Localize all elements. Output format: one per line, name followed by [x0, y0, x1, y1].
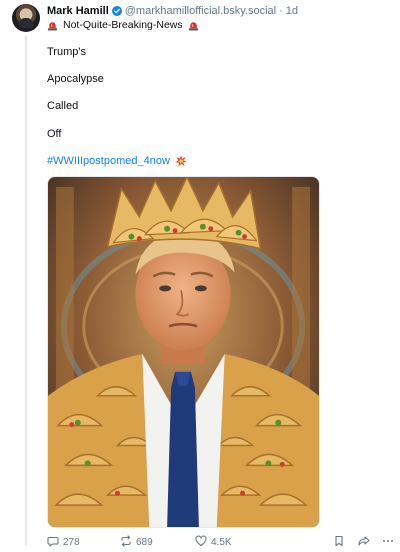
- like-count: 4.5K: [211, 536, 232, 548]
- repost-button[interactable]: 689: [120, 534, 153, 550]
- post-text-line: Apocalypse: [47, 73, 104, 85]
- post[interactable]: Mark Hamill @markhamillofficial.bsky.soc…: [0, 0, 400, 552]
- post-text-line: Trump's: [47, 46, 86, 58]
- siren-icon: [188, 20, 199, 31]
- siren-icon: [47, 20, 58, 31]
- hashtag-link[interactable]: #WWIIIpostpomed_4now: [47, 155, 170, 167]
- post-header: Mark Hamill @markhamillofficial.bsky.soc…: [47, 4, 298, 18]
- post-actions: 278 689 4.5K: [47, 534, 397, 550]
- post-age[interactable]: 1d: [286, 5, 298, 17]
- share-icon: [358, 535, 370, 550]
- collision-icon: [175, 155, 187, 167]
- bookmark-button[interactable]: [333, 534, 345, 550]
- reply-button[interactable]: 278: [47, 534, 80, 550]
- post-text-line: Off: [47, 128, 62, 140]
- reply-icon: [47, 535, 59, 550]
- heart-icon: [195, 534, 207, 550]
- separator-dot: ·: [279, 5, 283, 17]
- verified-check-icon: [111, 6, 122, 16]
- post-image[interactable]: [47, 176, 320, 528]
- thread-line: [25, 36, 27, 546]
- reply-count: 278: [63, 536, 80, 548]
- post-text-line: Called: [47, 100, 79, 112]
- author-handle[interactable]: @markhamillofficial.bsky.social: [125, 5, 276, 17]
- bookmark-icon: [333, 535, 345, 550]
- hashtag-row: #WWIIIpostpomed_4now: [47, 155, 187, 167]
- subline-text: Not-Quite-Breaking-News: [63, 19, 183, 31]
- share-button[interactable]: [358, 534, 370, 550]
- author-name[interactable]: Mark Hamill: [47, 5, 109, 17]
- like-button[interactable]: 4.5K: [195, 534, 232, 550]
- more-icon: [382, 535, 394, 550]
- post-image-illustration: [48, 177, 319, 527]
- avatar[interactable]: [12, 4, 40, 32]
- repost-icon: [120, 534, 132, 550]
- more-options-button[interactable]: [382, 534, 394, 550]
- subline: Not-Quite-Breaking-News: [47, 18, 199, 32]
- repost-count: 689: [136, 536, 153, 548]
